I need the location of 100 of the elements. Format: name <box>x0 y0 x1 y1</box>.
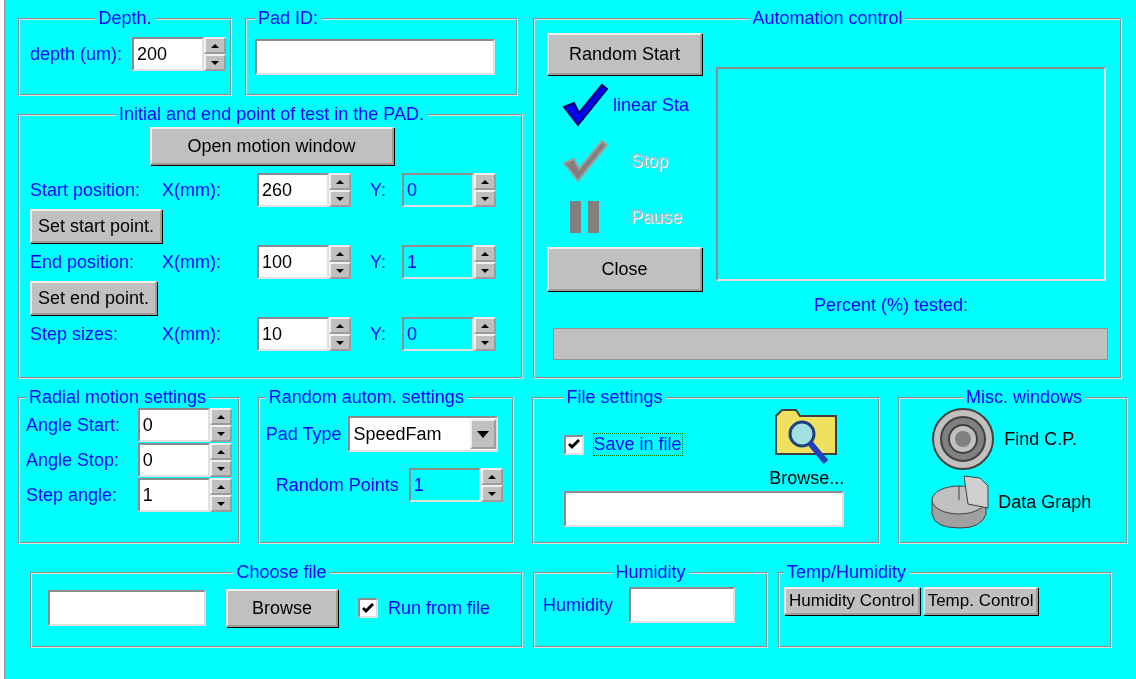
folder-search-icon <box>773 408 840 466</box>
spin-down-button[interactable] <box>480 485 503 502</box>
pause-icon <box>568 200 602 234</box>
window-button[interactable]: Find C.P. <box>930 408 1077 470</box>
file-path-field[interactable] <box>563 491 844 527</box>
browse-button[interactable]: Browse <box>226 589 338 627</box>
spin-up-button[interactable] <box>474 173 496 190</box>
group-title: Choose file <box>235 562 328 583</box>
spin-down-button[interactable] <box>209 495 232 512</box>
random-start-button[interactable]: Random Start <box>547 33 702 75</box>
window-button[interactable]: Data Graph <box>930 474 1092 530</box>
up-arrow-icon <box>336 323 344 328</box>
check-icon <box>562 139 608 183</box>
option-label[interactable]: linear Sta <box>613 94 690 116</box>
field-label: Angle Start: <box>26 414 121 436</box>
progress-label: Percent (%) tested: <box>813 295 969 316</box>
spin-up-button[interactable] <box>329 245 351 262</box>
down-arrow-icon <box>481 268 489 273</box>
y-label: Y: <box>370 323 387 345</box>
pad-type-dropdown[interactable]: SpeedFam <box>347 416 498 452</box>
browse-button[interactable]: Browse... <box>769 408 845 489</box>
down-arrow-icon <box>336 268 344 273</box>
number-field[interactable]: 1 <box>137 478 210 512</box>
spin-down-button[interactable] <box>329 190 351 207</box>
set-point-button[interactable]: Set end point. <box>30 281 158 315</box>
x-label: X(mm): <box>162 323 222 345</box>
humidity-field[interactable] <box>629 587 735 623</box>
group-title: Initial and end point of test in the PAD. <box>118 104 425 125</box>
up-arrow-icon <box>336 179 344 184</box>
spin-up-button[interactable] <box>209 478 232 495</box>
spin-up-button[interactable] <box>329 317 351 334</box>
checkbox[interactable] <box>358 598 378 618</box>
spin-down-button[interactable] <box>474 334 496 351</box>
group-title: Pad ID: <box>257 8 320 29</box>
group-title: File settings <box>565 387 664 408</box>
pad-id-field[interactable] <box>255 39 495 75</box>
row-label: Step sizes: <box>30 323 120 345</box>
group-title: Automation control <box>751 8 904 29</box>
field-label: Random Points <box>275 474 399 496</box>
down-arrow-icon <box>216 466 225 471</box>
down-arrow-icon <box>481 340 489 345</box>
up-arrow-icon <box>336 251 344 256</box>
spin-up-button[interactable] <box>209 443 232 460</box>
number-field[interactable]: 10 <box>257 317 329 351</box>
row-label: Start position: <box>30 179 142 201</box>
dropdown-value: SpeedFam <box>352 423 443 445</box>
number-field[interactable]: 260 <box>257 173 329 207</box>
open-motion-window-button[interactable]: Open motion window <box>149 127 394 165</box>
down-arrow-icon <box>336 340 344 345</box>
down-arrow-icon <box>336 196 344 201</box>
control-button[interactable]: Humidity Control <box>784 587 920 615</box>
down-arrow-icon <box>211 60 220 65</box>
spin-up-button[interactable] <box>480 468 503 485</box>
checkbox-label[interactable]: Run from file <box>388 597 491 619</box>
number-field[interactable]: 100 <box>257 245 329 279</box>
close-button[interactable]: Close <box>547 247 702 291</box>
down-arrow-icon <box>476 430 489 438</box>
check-icon <box>362 602 374 614</box>
check-icon <box>562 83 608 127</box>
group-title: Radial motion settings <box>28 387 208 408</box>
group-title: Misc. windows <box>965 387 1084 408</box>
number-field[interactable]: 0 <box>137 443 210 477</box>
spin-up-button[interactable] <box>329 173 351 190</box>
up-arrow-icon <box>211 43 220 48</box>
spin-down-button[interactable] <box>474 262 496 279</box>
control-button[interactable]: Temp. Control <box>922 587 1039 615</box>
checkbox-label[interactable]: Save in file <box>593 434 682 455</box>
dropdown-button[interactable] <box>469 419 496 449</box>
y-label: Y: <box>370 179 387 201</box>
pie-chart-icon <box>930 474 991 530</box>
up-arrow-icon <box>481 179 489 184</box>
spin-down-button[interactable] <box>209 425 232 442</box>
spin-down-button[interactable] <box>329 262 351 279</box>
check-icon <box>567 439 580 450</box>
spin-up-button[interactable] <box>474 245 496 262</box>
group-title: Humidity <box>614 562 687 583</box>
number-field[interactable]: 0 <box>137 408 210 442</box>
up-arrow-icon <box>216 449 225 454</box>
target-icon <box>930 408 997 470</box>
spin-down-button[interactable] <box>329 334 351 351</box>
spin-up-button[interactable] <box>209 408 232 425</box>
group-title: Random autom. settings <box>267 387 465 408</box>
set-point-button[interactable]: Set start point. <box>30 209 163 243</box>
spin-up-button[interactable] <box>474 317 496 334</box>
number-field[interactable]: 200 <box>132 37 205 71</box>
field-label: Pad Type <box>265 423 342 445</box>
spin-down-button[interactable] <box>204 54 227 71</box>
spin-down-button[interactable] <box>209 460 232 477</box>
y-label: Y: <box>370 251 387 273</box>
x-label: X(mm): <box>162 179 222 201</box>
up-arrow-icon <box>216 484 225 489</box>
group-title: Depth. <box>97 8 153 29</box>
field-label: Humidity <box>543 594 613 616</box>
checkbox[interactable] <box>563 434 584 455</box>
down-arrow-icon <box>216 501 225 506</box>
x-label: X(mm): <box>162 251 222 273</box>
spin-down-button[interactable] <box>474 190 496 207</box>
file-field[interactable] <box>48 590 206 626</box>
spin-up-button[interactable] <box>204 37 227 54</box>
group-title: Temp/Humidity <box>786 562 908 583</box>
